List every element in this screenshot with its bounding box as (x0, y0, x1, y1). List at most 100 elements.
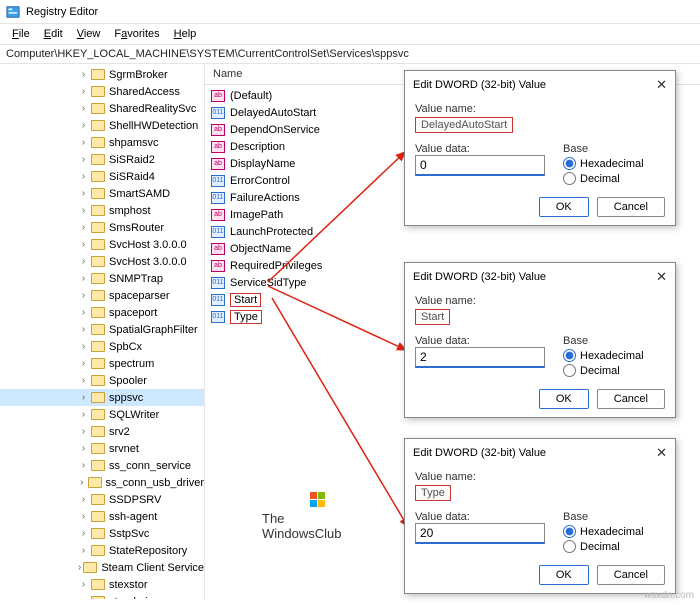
tree-node[interactable]: ›SiSRaid4 (0, 168, 204, 185)
expand-icon[interactable]: › (78, 69, 89, 80)
menu-file[interactable]: File (6, 26, 36, 42)
value-name: DependOnService (230, 124, 320, 136)
expand-icon[interactable]: › (78, 596, 89, 599)
value-row[interactable]: abObjectName (205, 240, 700, 257)
tree-node[interactable]: ›shpamsvc (0, 134, 204, 151)
tree-node[interactable]: ›spaceport (0, 304, 204, 321)
expand-icon[interactable]: › (78, 222, 89, 233)
tree-node[interactable]: ›sppsvc (0, 389, 204, 406)
tree-label: SharedRealitySvc (109, 103, 196, 115)
tree-node[interactable]: ›SgrmBroker (0, 66, 204, 83)
radio-hex[interactable]: Hexadecimal (563, 349, 665, 362)
expand-icon[interactable]: › (78, 494, 89, 505)
tree-node[interactable]: ›SmsRouter (0, 219, 204, 236)
expand-icon[interactable]: › (78, 460, 89, 471)
menu-favorites[interactable]: Favorites (108, 26, 165, 42)
tree-node[interactable]: ›srv2 (0, 423, 204, 440)
tree-pane[interactable]: ›SgrmBroker›SharedAccess›SharedRealitySv… (0, 64, 205, 599)
tree-node[interactable]: › SQLWriter (0, 406, 204, 423)
tree-node[interactable]: ›SSDPSRV (0, 491, 204, 508)
tree-node[interactable]: ›Steam Client Service (0, 559, 204, 576)
ok-button[interactable]: OK (539, 565, 589, 585)
expand-icon[interactable]: › (78, 409, 89, 420)
tree-node[interactable]: ›ss_conn_service (0, 457, 204, 474)
close-icon[interactable]: ✕ (656, 269, 667, 285)
cancel-button[interactable]: Cancel (597, 389, 665, 409)
tree-node[interactable]: ›SNMPTrap (0, 270, 204, 287)
folder-icon (91, 409, 105, 420)
radio-dec[interactable]: Decimal (563, 364, 665, 377)
tree-node[interactable]: ›stexstor (0, 576, 204, 593)
expand-icon[interactable]: › (78, 137, 89, 148)
tree-node[interactable]: ›storahci (0, 593, 204, 599)
tree-node[interactable]: ›SvcHost 3.0.0.0 (0, 236, 204, 253)
tree-node[interactable]: ›SiSRaid2 (0, 151, 204, 168)
ok-button[interactable]: OK (539, 197, 589, 217)
tree-node[interactable]: ›Spooler (0, 372, 204, 389)
tree-node[interactable]: ›SmartSAMD (0, 185, 204, 202)
tree-node[interactable]: ›ss_conn_usb_driver (0, 474, 204, 491)
tree-node[interactable]: ›ssh-agent (0, 508, 204, 525)
expand-icon[interactable]: › (78, 358, 89, 369)
close-icon[interactable]: ✕ (656, 77, 667, 93)
close-icon[interactable]: ✕ (656, 445, 667, 461)
ok-button[interactable]: OK (539, 389, 589, 409)
tree-node[interactable]: ›SharedAccess (0, 83, 204, 100)
tree-node[interactable]: ›SpbCx (0, 338, 204, 355)
value-name: DelayedAutoStart (230, 107, 316, 119)
expand-icon[interactable]: › (78, 86, 89, 97)
expand-icon[interactable]: › (78, 477, 86, 488)
expand-icon[interactable]: › (78, 188, 89, 199)
string-icon: ab (211, 158, 225, 170)
value-name: ImagePath (230, 209, 283, 221)
value-name-field: Type (415, 485, 451, 501)
expand-icon[interactable]: › (78, 443, 89, 454)
tree-node[interactable]: › SharedRealitySvc (0, 100, 204, 117)
tree-node[interactable]: ›ShellHWDetection (0, 117, 204, 134)
cancel-button[interactable]: Cancel (597, 197, 665, 217)
menu-view[interactable]: View (71, 26, 107, 42)
edit-dword-dialog: Edit DWORD (32-bit) Value✕Value name:Del… (404, 70, 676, 226)
address-bar[interactable]: Computer\HKEY_LOCAL_MACHINE\SYSTEM\Curre… (0, 45, 700, 64)
expand-icon[interactable]: › (78, 426, 89, 437)
menu-edit[interactable]: Edit (38, 26, 69, 42)
tree-node[interactable]: ›smphost (0, 202, 204, 219)
tree-node[interactable]: ›SvcHost 3.0.0.0 (0, 253, 204, 270)
radio-hex[interactable]: Hexadecimal (563, 525, 665, 538)
folder-icon (88, 477, 102, 488)
menu-help[interactable]: Help (168, 26, 203, 42)
tree-node[interactable]: ›SpatialGraphFilter (0, 321, 204, 338)
expand-icon[interactable]: › (78, 579, 89, 590)
expand-icon[interactable]: › (78, 205, 89, 216)
expand-icon[interactable]: › (78, 545, 89, 556)
value-data-input[interactable] (415, 155, 545, 176)
tree-node[interactable]: ›SstpSvc (0, 525, 204, 542)
tree-node[interactable]: ›spectrum (0, 355, 204, 372)
value-data-input[interactable] (415, 523, 545, 544)
expand-icon[interactable]: › (78, 511, 89, 522)
value-data-input[interactable] (415, 347, 545, 368)
expand-icon[interactable]: › (78, 307, 89, 318)
expand-icon[interactable]: › (78, 341, 89, 352)
expand-icon[interactable]: › (78, 528, 89, 539)
expand-icon[interactable]: › (78, 392, 89, 403)
expand-icon[interactable]: › (78, 120, 89, 131)
expand-icon[interactable]: › (78, 290, 89, 301)
tree-node[interactable]: ›spaceparser (0, 287, 204, 304)
expand-icon[interactable]: › (78, 103, 89, 114)
tree-node[interactable]: ›srvnet (0, 440, 204, 457)
expand-icon[interactable]: › (78, 375, 89, 386)
radio-dec[interactable]: Decimal (563, 540, 665, 553)
tree-label: SQLWriter (109, 409, 159, 421)
string-icon: ab (211, 243, 225, 255)
folder-icon (91, 358, 105, 369)
radio-dec[interactable]: Decimal (563, 172, 665, 185)
expand-icon[interactable]: › (78, 171, 89, 182)
expand-icon[interactable]: › (78, 562, 81, 573)
radio-hex[interactable]: Hexadecimal (563, 157, 665, 170)
expand-icon[interactable]: › (78, 324, 89, 335)
tree-node[interactable]: ›StateRepository (0, 542, 204, 559)
cancel-button[interactable]: Cancel (597, 565, 665, 585)
expand-icon[interactable]: › (78, 273, 89, 284)
expand-icon[interactable]: › (78, 154, 89, 165)
